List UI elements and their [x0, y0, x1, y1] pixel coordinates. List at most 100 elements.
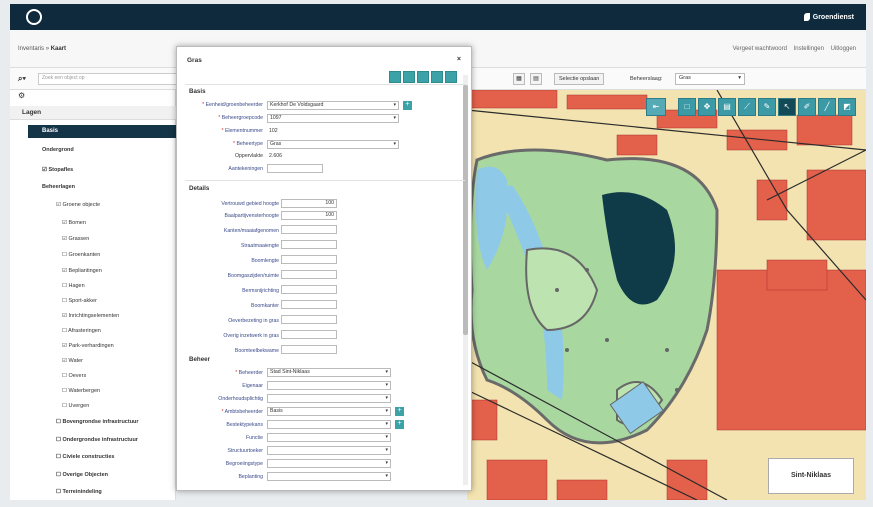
layer-item-park-verhardingen[interactable]: ☑ Park-verhardingen [62, 343, 114, 349]
ambtsbeheerder-select[interactable]: Basis [267, 407, 391, 416]
draw-icon[interactable]: ✐ [798, 98, 816, 116]
elementnummer-value[interactable]: 102 [269, 128, 278, 134]
layer-label: Bomen [68, 220, 86, 226]
layer-item-civiele[interactable]: ☐ Civiele constructies [56, 454, 114, 460]
edit-icon[interactable]: ✎ [758, 98, 776, 116]
breadcrumb-current: Kaart [50, 46, 67, 52]
search-icon[interactable]: ⌕▾ [18, 74, 26, 84]
layer-item-uvergen[interactable]: ☐ Uvergen [62, 403, 89, 409]
layer-item-stopafles[interactable]: ☑ Stopafles [42, 167, 73, 173]
layer-item-afrasteringen[interactable]: ☐ Afrasteringen [62, 328, 101, 334]
brand-name: Groendienst [812, 13, 854, 21]
layers-panel: ⚙ Lagen Basis Ondergrond ☑ Stopafles Beh… [10, 90, 176, 500]
beheertype-select[interactable]: Gras [267, 140, 399, 149]
layer-item-sport-akker[interactable]: ☐ Sport-akker [62, 298, 97, 304]
structuur-select[interactable] [267, 446, 391, 455]
add-icon[interactable]: + [403, 101, 412, 110]
detail-input[interactable]: 100 [281, 199, 337, 208]
beheergroep-select[interactable]: 1097 [267, 114, 399, 123]
history-icon[interactable] [403, 71, 415, 83]
beheerslaag-select[interactable]: Gras ▾ [675, 73, 745, 85]
layer-item-waterbergen[interactable]: ☐ Waterbergen [62, 388, 100, 394]
beheerder-select[interactable]: Stad Sint-Niklaas [267, 368, 391, 377]
user-links: Vergeet wachtwoord Instellingen Uitlogge… [728, 46, 856, 52]
scroll-thumb[interactable] [463, 85, 468, 335]
detail-input[interactable] [281, 270, 337, 279]
copy-icon[interactable] [417, 71, 429, 83]
onderhoud-select[interactable] [267, 394, 391, 403]
logo-icon[interactable] [26, 9, 42, 25]
overview-map[interactable]: Sint-Niklaas [768, 458, 854, 494]
eenheid-select[interactable]: Kerkhof De Voldsgaard [267, 101, 399, 110]
detail-input[interactable] [281, 255, 337, 264]
layer-item-basis[interactable]: Basis [28, 125, 176, 138]
detail-input[interactable] [281, 225, 337, 234]
map-graphic [467, 90, 866, 500]
layer-item-overige[interactable]: ☐ Overige Objecten [56, 472, 108, 478]
layer-item-groene-objecte[interactable]: ☑ Groene objecte [56, 202, 100, 208]
measure-icon[interactable]: ⟋ [738, 98, 756, 116]
line-icon[interactable]: ╱ [818, 98, 836, 116]
add-icon[interactable]: + [395, 407, 404, 416]
layer-item-ondergrondse[interactable]: ☐ Ondergrondse infrastructuur [56, 437, 138, 443]
detail-input[interactable] [281, 345, 337, 354]
layer-item-ondergrond[interactable]: Ondergrond [42, 147, 74, 153]
bestek-select[interactable] [267, 420, 391, 429]
gear-icon[interactable]: ⚙ [18, 91, 25, 100]
detail-input[interactable]: 100 [281, 211, 337, 220]
link-forgot-password[interactable]: Vergeet wachtwoord [733, 46, 787, 52]
detail-input[interactable] [281, 300, 337, 309]
layer-item-water[interactable]: ☑ Water [62, 358, 83, 364]
field-label: Structuurtoeker [227, 448, 263, 454]
layer-item-beheerlagen[interactable]: Beheerlagen [42, 184, 75, 190]
breadcrumb-root[interactable]: Inventaris [18, 46, 44, 52]
link-logout[interactable]: Uitloggen [831, 46, 856, 52]
polygon-icon[interactable]: ◩ [838, 98, 856, 116]
functie-select[interactable] [267, 433, 391, 442]
layer-item-groenkanten[interactable]: ☐ Groenkanten [62, 252, 100, 258]
layer-item-terreinindeling[interactable]: ☐ Terreinindeling [56, 489, 102, 495]
layer-item-oevers[interactable]: ☐ Oevers [62, 373, 86, 379]
section-beheer: Beheer [189, 356, 210, 363]
map-canvas[interactable]: ⇤ □ ✥ ▤ ⟋ ✎ ↖ ✐ ╱ ◩ Sint-Niklaas [467, 90, 866, 500]
detail-input[interactable] [281, 240, 337, 249]
layer-item-inrichtingselementen[interactable]: ☑ Inrichtingselementen [62, 313, 119, 319]
collapse-icon[interactable]: ⇤ [646, 98, 666, 116]
field-label: Oppervlakte [235, 153, 263, 159]
field-label: Aantekeningen [228, 166, 263, 172]
pointer-icon[interactable]: ↖ [778, 98, 796, 116]
add-icon[interactable]: + [395, 420, 404, 429]
search-input[interactable]: Zoek een object op [38, 73, 178, 85]
pan-icon[interactable]: ✥ [698, 98, 716, 116]
grid-icon[interactable]: ▦ [513, 73, 525, 85]
field-label: Boomgaszijden/ruimte [227, 273, 279, 279]
layer-item-grassen[interactable]: ☑ Grassen [62, 236, 89, 242]
breadcrumb: Inventaris » Kaart [18, 46, 66, 52]
layer-item-bepliantingen[interactable]: ☑ Bepliantingen [62, 268, 102, 274]
link-settings[interactable]: Instellingen [794, 46, 824, 52]
layer-item-hagen[interactable]: ☐ Hagen [62, 283, 85, 289]
close-icon[interactable]: × [457, 56, 461, 63]
table-icon[interactable]: ▤ [530, 73, 542, 85]
detail-input[interactable] [281, 330, 337, 339]
breadcrumb-separator: » [45, 46, 50, 52]
leaf-icon [803, 13, 810, 21]
layer-item-bomen[interactable]: ☑ Bomen [62, 220, 86, 226]
layer-label: Stopafles [48, 167, 74, 173]
dialog-scrollbar[interactable] [463, 75, 468, 485]
aantekeningen-input[interactable] [267, 164, 323, 173]
zoom-box-icon[interactable]: □ [678, 98, 696, 116]
begroeiing-select[interactable] [267, 459, 391, 468]
zoom-to-icon[interactable] [431, 71, 443, 83]
delete-icon[interactable] [445, 71, 457, 83]
layer-item-bovengrondse[interactable]: ☐ Bovengrondse infrastructuur [56, 419, 139, 425]
layer-label: Inrichtingselementen [68, 313, 120, 319]
save-selection-button[interactable]: Selectie opslaan [554, 73, 605, 85]
field-label: Eigenaar [242, 383, 263, 389]
detail-input[interactable] [281, 315, 337, 324]
beplanting-select[interactable] [267, 472, 391, 481]
eigenaar-select[interactable] [267, 381, 391, 390]
save-icon[interactable] [389, 71, 401, 83]
detail-input[interactable] [281, 285, 337, 294]
layers-icon[interactable]: ▤ [718, 98, 736, 116]
